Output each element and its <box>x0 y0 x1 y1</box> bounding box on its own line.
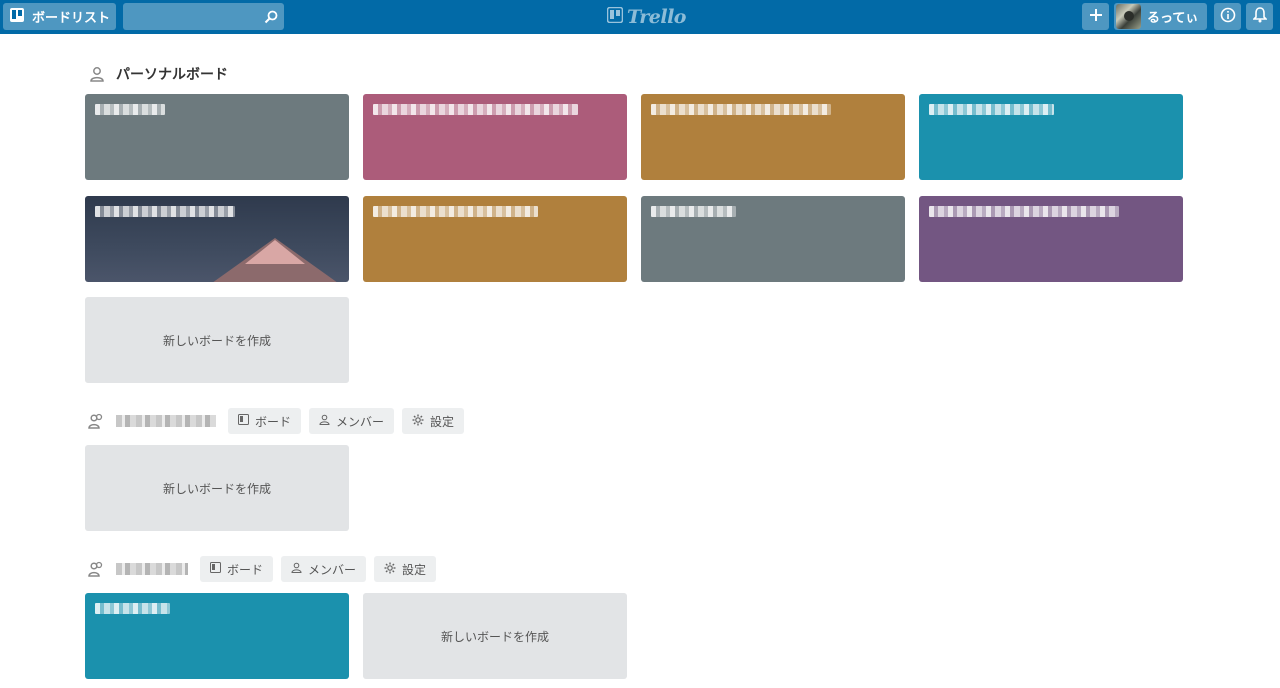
add-button[interactable] <box>1082 3 1109 30</box>
board-name <box>373 206 538 217</box>
team-boards-tab[interactable]: ボード <box>200 556 274 582</box>
trello-logo-icon <box>606 6 624 27</box>
plus-icon <box>1089 7 1103 26</box>
team-settings-tab-label: 設定 <box>402 562 427 577</box>
board-list-label: ボードリスト <box>32 11 111 26</box>
board-name <box>373 104 578 115</box>
team-boards-tab-label: ボード <box>227 562 264 577</box>
info-icon <box>1220 7 1236 27</box>
person-icon <box>88 65 106 83</box>
board-name <box>95 104 165 115</box>
gear-icon <box>384 562 396 577</box>
team-header: ボード メンバー 設定 <box>88 408 472 434</box>
team-members-tab-label: メンバー <box>336 414 385 429</box>
mountain-peak-image <box>245 240 305 264</box>
board-icon <box>238 414 249 428</box>
create-board-button[interactable]: 新しいボードを作成 <box>363 593 627 679</box>
person-icon <box>319 414 330 428</box>
board-icon <box>9 7 25 27</box>
personal-boards-header: パーソナルボード <box>88 61 228 87</box>
board-name <box>651 206 736 217</box>
bell-icon <box>1251 6 1268 27</box>
gear-icon <box>412 414 424 429</box>
create-board-button[interactable]: 新しいボードを作成 <box>85 445 349 531</box>
board-tile[interactable] <box>919 94 1183 180</box>
notifications-button[interactable] <box>1246 3 1273 30</box>
board-icon <box>210 562 221 576</box>
team-members-tab[interactable]: メンバー <box>309 408 395 434</box>
logo-text: Trello <box>627 5 686 28</box>
board-name <box>929 104 1054 115</box>
person-icon <box>291 562 302 576</box>
team-boards-tab-label: ボード <box>255 414 292 429</box>
user-menu-button[interactable]: るってぃ <box>1114 3 1207 30</box>
team-name <box>116 563 188 575</box>
board-tile[interactable] <box>919 196 1183 282</box>
board-name <box>95 206 235 217</box>
personal-boards-title: パーソナルボード <box>116 67 228 83</box>
create-board-label: 新しいボードを作成 <box>162 333 271 348</box>
team-name <box>116 415 216 427</box>
board-tile[interactable] <box>85 593 349 679</box>
board-tile[interactable] <box>85 94 349 180</box>
info-button[interactable] <box>1214 3 1241 30</box>
team-members-tab-label: メンバー <box>308 562 357 577</box>
board-tile[interactable] <box>641 196 905 282</box>
avatar <box>1116 4 1141 29</box>
search-box[interactable] <box>123 3 284 30</box>
team-icon <box>88 412 106 430</box>
create-board-button[interactable]: 新しいボードを作成 <box>85 297 349 383</box>
team-settings-tab-label: 設定 <box>430 414 455 429</box>
board-list-button[interactable]: ボードリスト <box>3 3 116 30</box>
search-icon[interactable] <box>264 9 278 28</box>
team-settings-tab[interactable]: 設定 <box>402 408 465 434</box>
team-boards-tab[interactable]: ボード <box>228 408 302 434</box>
board-tile[interactable] <box>363 94 627 180</box>
board-name <box>651 104 831 115</box>
board-tile[interactable] <box>363 196 627 282</box>
team-header: ボード メンバー 設定 <box>88 556 444 582</box>
board-name <box>929 206 1119 217</box>
create-board-label: 新しいボードを作成 <box>440 629 549 644</box>
board-tile[interactable] <box>85 196 349 282</box>
board-name <box>95 603 170 614</box>
board-tile[interactable] <box>641 94 905 180</box>
team-settings-tab[interactable]: 設定 <box>374 556 437 582</box>
user-name: るってぃ <box>1147 11 1199 26</box>
create-board-label: 新しいボードを作成 <box>162 481 271 496</box>
trello-logo[interactable]: Trello <box>606 5 686 28</box>
team-icon <box>88 560 106 578</box>
search-input[interactable] <box>123 3 263 30</box>
top-header: ボードリスト Trello るってぃ <box>0 0 1280 34</box>
team-members-tab[interactable]: メンバー <box>281 556 367 582</box>
